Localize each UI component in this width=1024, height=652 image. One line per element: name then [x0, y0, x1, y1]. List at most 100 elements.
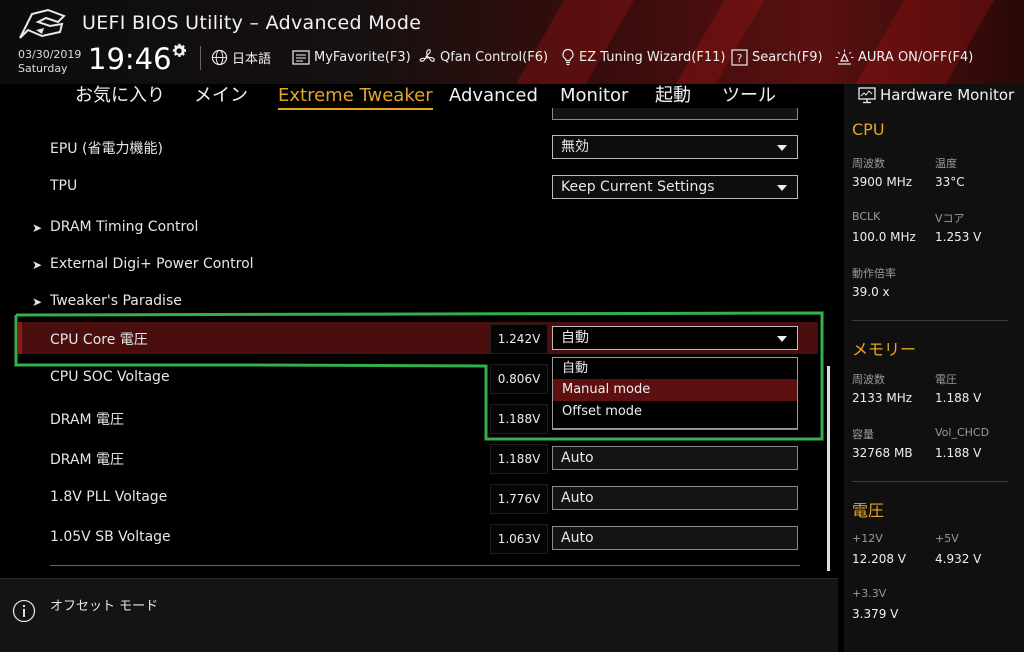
help-bar: オフセット モード	[0, 578, 838, 652]
vcore-value: 1.253 V	[935, 230, 982, 244]
submenu-external-digi-power-control[interactable]: External Digi+ Power Control	[50, 256, 254, 272]
memory-section-heading: メモリー	[852, 340, 917, 359]
bclk-label: BCLK	[852, 210, 881, 223]
dropdown-option-offset-mode[interactable]: Offset mode	[553, 401, 797, 423]
setting-label: DRAM 電圧	[50, 412, 125, 428]
aura-toggle-button[interactable]: AURA ON/OFF(F4)	[835, 48, 973, 66]
language-button[interactable]: 日本語	[211, 48, 272, 67]
rog-logo-icon	[19, 8, 66, 39]
help-text: オフセット モード	[50, 599, 159, 614]
aura-toggle-label: AURA ON/OFF(F4)	[858, 49, 974, 65]
tab-tool[interactable]: ツール	[722, 84, 776, 110]
memory-capacity-value: 32768 MB	[852, 446, 913, 460]
header-bar: UEFI BIOS Utility – Advanced Mode 03/30/…	[0, 0, 1024, 84]
clock-time: 19:46	[88, 42, 172, 76]
tab-favorites[interactable]: お気に入り	[75, 84, 165, 110]
submenu-tweakers-paradise[interactable]: Tweaker's Paradise	[50, 293, 182, 309]
voltage-section-heading: 電圧	[852, 501, 885, 520]
cpu-soc-voltage-reading: 0.806V	[490, 364, 548, 394]
voltage-mode-dropdown[interactable]: 自動 Manual mode Offset mode	[552, 357, 798, 429]
submenu-arrow-icon: ➤	[32, 221, 43, 235]
cpu-section-heading: CPU	[852, 120, 885, 139]
header-decor-stripe	[515, 0, 635, 84]
sb-voltage-reading: 1.063V	[490, 524, 548, 554]
header-separator	[200, 46, 201, 70]
clipped-setting-field[interactable]	[552, 108, 798, 120]
pll-voltage-reading: 1.776V	[490, 484, 548, 514]
pll-voltage-field[interactable]: Auto	[552, 486, 798, 510]
cpu-core-voltage-select-value: 自動	[561, 330, 589, 346]
monitor-icon	[858, 86, 876, 103]
header-decor-stripe	[855, 0, 995, 84]
tab-main[interactable]: メイン	[194, 84, 248, 110]
vol-chcd-label: Vol_CHCD	[935, 426, 990, 439]
setting-label: EPU (省電力機能)	[50, 141, 163, 157]
ez-tuning-wizard-label: EZ Tuning Wizard(F11)	[579, 49, 726, 65]
setting-label: CPU SOC Voltage	[50, 369, 170, 385]
language-label: 日本語	[232, 51, 272, 67]
setting-label: CPU Core 電圧	[50, 332, 148, 348]
tpu-select-value: Keep Current Settings	[561, 179, 715, 195]
cpu-core-voltage-select[interactable]: 自動	[552, 326, 798, 350]
search-label: Search(F9)	[752, 49, 823, 65]
list-end-divider	[50, 565, 800, 566]
dram-voltage-field[interactable]: Auto	[552, 446, 798, 470]
epu-select[interactable]: 無効	[552, 135, 798, 159]
vol-chcd-value: 1.188 V	[935, 446, 982, 460]
dram-voltage-reading: 1.188V	[490, 444, 548, 474]
v12-label: +12V	[852, 532, 883, 545]
cpu-core-voltage-reading: 1.242V	[490, 324, 548, 354]
submenu-dram-timing-control[interactable]: DRAM Timing Control	[50, 219, 198, 235]
setting-label: TPU	[50, 178, 78, 194]
memory-frequency-value: 2133 MHz	[852, 391, 913, 405]
v33-value: 3.379 V	[852, 607, 899, 621]
qfan-control-button[interactable]: Qfan Control(F6)	[418, 48, 548, 66]
search-help-icon: ?	[731, 48, 748, 66]
tab-boot[interactable]: 起動	[655, 84, 691, 110]
chevron-down-icon	[777, 145, 787, 151]
sb-voltage-field[interactable]: Auto	[552, 526, 798, 550]
app-title: UEFI BIOS Utility – Advanced Mode	[82, 12, 422, 34]
v12-value: 12.208 V	[852, 552, 907, 566]
dram-voltage-reading: 1.188V	[490, 404, 548, 434]
tab-advanced[interactable]: Advanced	[449, 84, 538, 110]
vcore-label: Vコア	[935, 212, 965, 225]
ez-tuning-wizard-button[interactable]: EZ Tuning Wizard(F11)	[561, 48, 725, 66]
selected-row-marker	[18, 322, 22, 354]
settings-panel: EPU (省電力機能) 無効 TPU Keep Current Settings…	[0, 108, 838, 578]
cpu-temperature-value: 33°C	[935, 175, 965, 189]
search-button[interactable]: ? Search(F9)	[731, 48, 823, 66]
setting-label: 1.05V SB Voltage	[50, 529, 171, 545]
weekday-text: Saturday	[18, 62, 68, 75]
myfavorite-button[interactable]: MyFavorite(F3)	[292, 48, 411, 66]
chevron-down-icon	[777, 185, 787, 191]
gear-icon[interactable]	[170, 42, 188, 60]
memory-capacity-label: 容量	[852, 428, 874, 441]
tab-extreme-tweaker[interactable]: Extreme Tweaker	[278, 84, 433, 110]
dropdown-option-manual-mode[interactable]: Manual mode	[553, 379, 797, 401]
hardware-monitor-body: Hardware Monitor CPU 周波数 温度 3900 MHz 33°…	[844, 84, 1024, 652]
submenu-arrow-icon: ➤	[32, 295, 43, 309]
globe-icon	[211, 49, 228, 65]
date-text: 03/30/2019	[18, 48, 82, 61]
fan-icon	[419, 49, 435, 62]
tpu-select[interactable]: Keep Current Settings	[552, 175, 798, 199]
header-decor-stripe	[675, 0, 765, 84]
v5-label: +5V	[935, 532, 959, 545]
svg-text:?: ?	[737, 52, 743, 65]
bclk-value: 100.0 MHz	[852, 230, 916, 244]
hardware-monitor-title: Hardware Monitor	[858, 86, 1014, 104]
dropdown-option-auto[interactable]: 自動	[553, 358, 797, 380]
hardware-monitor-panel: Hardware Monitor CPU 周波数 温度 3900 MHz 33°…	[838, 84, 1024, 652]
scrollbar[interactable]	[827, 366, 830, 571]
chevron-down-icon	[777, 336, 787, 342]
section-divider	[852, 481, 1008, 482]
setting-label: DRAM 電圧	[50, 452, 125, 468]
setting-label: 1.8V PLL Voltage	[50, 489, 168, 505]
ratio-label: 動作倍率	[852, 267, 896, 280]
cpu-frequency-label: 周波数	[852, 157, 885, 170]
memory-voltage-value: 1.188 V	[935, 391, 982, 405]
tab-monitor[interactable]: Monitor	[560, 84, 628, 110]
epu-select-value: 無効	[561, 139, 589, 155]
qfan-control-label: Qfan Control(F6)	[440, 49, 549, 65]
